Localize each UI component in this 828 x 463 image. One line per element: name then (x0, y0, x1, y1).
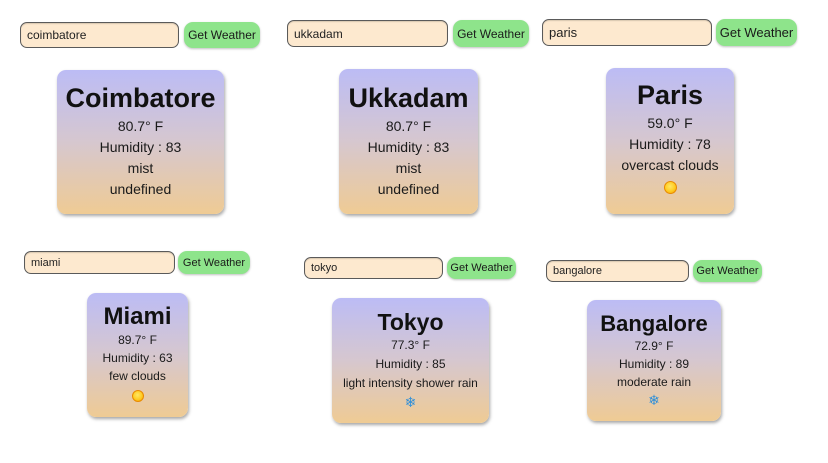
city-search-input[interactable] (542, 19, 712, 46)
city-name: Paris (636, 80, 704, 110)
weather-card: Coimbatore 80.7° F Humidity : 83 mist un… (57, 70, 224, 214)
temperature: 80.7° F (117, 118, 164, 134)
weather-card: Tokyo 77.3° F Humidity : 85 light intens… (332, 298, 489, 423)
city-search-input[interactable] (287, 20, 448, 47)
city-name: Coimbatore (65, 83, 216, 113)
temperature: 72.9° F (634, 339, 674, 353)
get-weather-button[interactable]: Get Weather (447, 257, 516, 279)
get-weather-button[interactable]: Get Weather (184, 22, 260, 48)
weather-description: mist (127, 160, 154, 176)
weather-extra: undefined (377, 181, 440, 197)
city-name: Bangalore (600, 311, 708, 336)
weather-card: Paris 59.0° F Humidity : 78 overcast clo… (606, 68, 734, 214)
humidity: Humidity : 83 (367, 139, 450, 155)
snowflake-icon: ❄ (648, 393, 660, 409)
weather-description: overcast clouds (621, 157, 719, 173)
humidity: Humidity : 78 (629, 136, 711, 152)
snowflake-icon: ❄ (404, 395, 417, 411)
city-search-input[interactable] (24, 251, 175, 274)
city-search-input[interactable] (546, 260, 689, 282)
temperature: 59.0° F (647, 115, 693, 131)
temperature: 80.7° F (385, 118, 432, 134)
city-search-input[interactable] (20, 22, 179, 48)
weather-description: few clouds (109, 369, 166, 383)
city-name: Ukkadam (348, 83, 469, 113)
weather-description: mist (395, 160, 422, 176)
sun-icon (131, 390, 144, 402)
temperature: 89.7° F (118, 333, 157, 347)
weather-card: Ukkadam 80.7° F Humidity : 83 mist undef… (339, 69, 478, 214)
humidity: Humidity : 83 (99, 139, 182, 155)
weather-description: moderate rain (616, 375, 692, 389)
weather-description: light intensity shower rain (343, 376, 478, 390)
city-name: Miami (103, 303, 172, 330)
city-search-input[interactable] (304, 257, 443, 279)
city-name: Tokyo (377, 309, 444, 335)
humidity: Humidity : 63 (102, 351, 173, 365)
weather-card: Bangalore 72.9° F Humidity : 89 moderate… (587, 300, 721, 421)
humidity: Humidity : 85 (375, 357, 446, 371)
get-weather-button[interactable]: Get Weather (453, 20, 529, 47)
weather-extra: undefined (109, 181, 172, 197)
humidity: Humidity : 89 (618, 357, 690, 371)
get-weather-button[interactable]: Get Weather (178, 251, 250, 274)
temperature: 77.3° F (391, 338, 430, 352)
weather-card: Miami 89.7° F Humidity : 63 few clouds (87, 293, 188, 417)
sun-icon (663, 181, 677, 194)
get-weather-button[interactable]: Get Weather (693, 260, 762, 282)
get-weather-button[interactable]: Get Weather (716, 19, 797, 46)
